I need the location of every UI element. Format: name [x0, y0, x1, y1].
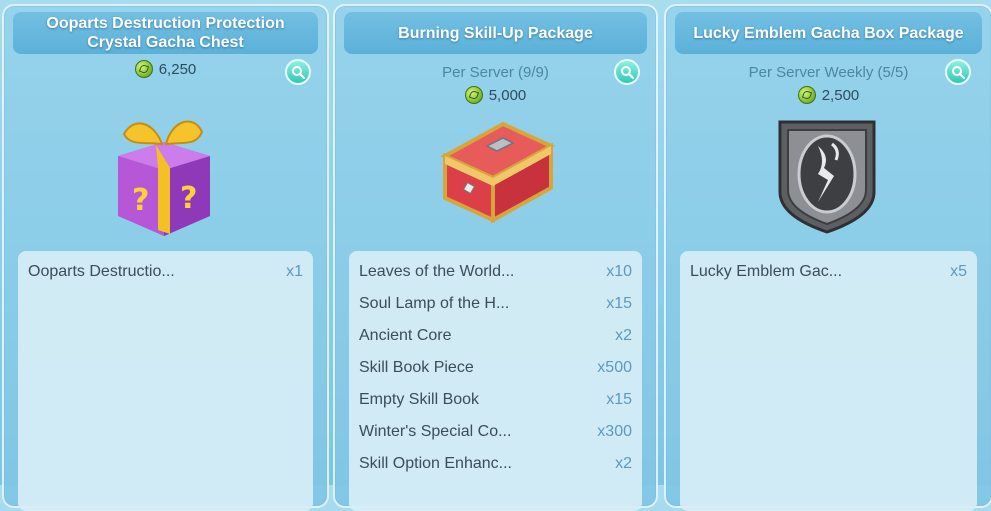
item-name: Winter's Special Co... [359, 423, 512, 440]
price-row: 5,000 [335, 86, 656, 104]
price-row: 2,500 [666, 86, 991, 104]
price-value: 6,250 [158, 60, 197, 78]
item-name: Skill Book Piece [359, 359, 474, 376]
price-value: 5,000 [488, 86, 527, 104]
reward-list: Lucky Emblem Gac... x5 [680, 251, 977, 511]
list-item[interactable]: Soul Lamp of the H... x15 [359, 288, 632, 320]
list-item[interactable]: Empty Skill Book x15 [359, 384, 632, 416]
item-quantity: x300 [597, 423, 632, 440]
svg-text:?: ? [132, 183, 149, 218]
green-leaf-coin-icon [464, 86, 483, 104]
item-quantity: x5 [950, 263, 967, 280]
package-title: Burning Skill-Up Package [344, 12, 647, 54]
item-name: Leaves of the World... [359, 263, 515, 280]
item-name: Skill Option Enhanc... [359, 455, 512, 472]
package-card-oopart-chest[interactable]: Ooparts Destruction Protection Crystal G… [2, 4, 329, 511]
list-item[interactable]: Leaves of the World... x10 [359, 256, 632, 288]
purchase-limit: Per Server (9/9) [442, 64, 549, 81]
item-quantity: x500 [597, 359, 632, 376]
item-quantity: x2 [615, 327, 632, 344]
price-value: 2,500 [821, 86, 860, 104]
list-item[interactable]: Skill Option Enhanc... x2 [359, 448, 632, 480]
emblem-shield-icon [778, 120, 876, 234]
green-leaf-coin-icon [797, 86, 816, 104]
item-name: Soul Lamp of the H... [359, 295, 510, 312]
magnifier-icon[interactable] [945, 59, 971, 85]
list-item[interactable]: Winter's Special Co... x300 [359, 416, 632, 448]
item-name: Ancient Core [359, 327, 452, 344]
price-row: 6,250 [4, 60, 327, 78]
magnifier-icon[interactable] [285, 59, 311, 85]
item-quantity: x15 [606, 295, 632, 312]
item-name: Lucky Emblem Gac... [690, 263, 843, 280]
item-quantity: x15 [606, 391, 632, 408]
item-name: Ooparts Destructio... [28, 263, 175, 280]
list-item[interactable]: Ooparts Destructio... x1 [28, 256, 303, 288]
purchase-limit: Per Server Weekly (5/5) [748, 64, 909, 81]
package-card-burning-skill[interactable]: Burning Skill-Up Package Per Server (9/9… [333, 4, 658, 511]
red-treasure-chest-icon [440, 121, 555, 224]
item-quantity: x1 [286, 263, 303, 280]
mystery-gift-box-icon: ? ? [118, 120, 210, 236]
reward-list: Leaves of the World... x10 Soul Lamp of … [349, 251, 642, 511]
package-card-lucky-emblem[interactable]: Lucky Emblem Gacha Box Package Per Serve… [664, 4, 991, 511]
list-item[interactable]: Lucky Emblem Gac... x5 [690, 256, 967, 288]
item-quantity: x2 [615, 455, 632, 472]
list-item[interactable]: Skill Book Piece x500 [359, 352, 632, 384]
list-item[interactable]: Ancient Core x2 [359, 320, 632, 352]
magnifier-icon[interactable] [614, 59, 640, 85]
item-name: Empty Skill Book [359, 391, 480, 408]
reward-list: Ooparts Destructio... x1 [18, 251, 313, 511]
package-title: Lucky Emblem Gacha Box Package [675, 12, 982, 54]
item-quantity: x10 [606, 263, 632, 280]
green-leaf-coin-icon [134, 60, 153, 78]
svg-text:?: ? [180, 181, 197, 216]
package-title: Ooparts Destruction Protection Crystal G… [13, 12, 318, 54]
